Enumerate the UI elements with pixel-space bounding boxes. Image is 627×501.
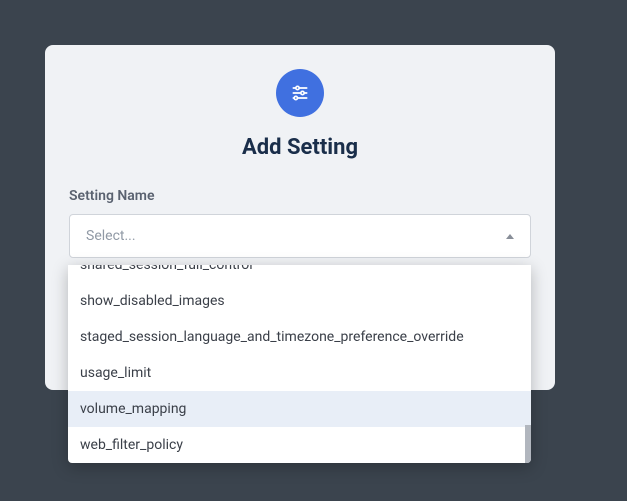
- dropdown-option-label: show_disabled_images: [80, 293, 225, 309]
- dropdown-option[interactable]: shared_session_full_control: [68, 265, 531, 283]
- dropdown-option[interactable]: show_disabled_images: [68, 283, 531, 319]
- dropdown-option[interactable]: staged_session_language_and_timezone_pre…: [68, 319, 531, 355]
- sliders-icon: [290, 83, 310, 103]
- chevron-up-icon: [506, 234, 514, 239]
- setting-name-select[interactable]: Select...: [69, 214, 531, 258]
- dropdown-scrollbar[interactable]: [525, 265, 531, 463]
- dropdown-option-label: staged_session_language_and_timezone_pre…: [80, 329, 464, 345]
- select-placeholder: Select...: [86, 228, 506, 244]
- dropdown-option-label: usage_limit: [80, 365, 151, 381]
- dropdown-option[interactable]: web_filter_policy: [68, 427, 531, 463]
- modal-title: Add Setting: [69, 135, 531, 160]
- settings-icon-circle: [276, 69, 324, 117]
- dropdown-option[interactable]: usage_limit: [68, 355, 531, 391]
- dropdown-option-label: shared_session_full_control: [80, 265, 253, 273]
- dropdown-option-label: web_filter_policy: [80, 437, 183, 453]
- dropdown-option-label: volume_mapping: [80, 401, 186, 417]
- setting-name-label: Setting Name: [69, 188, 531, 204]
- dropdown-option[interactable]: volume_mapping: [68, 391, 531, 427]
- scrollbar-thumb[interactable]: [525, 425, 531, 463]
- setting-name-dropdown: shared_session_full_control show_disable…: [68, 265, 531, 463]
